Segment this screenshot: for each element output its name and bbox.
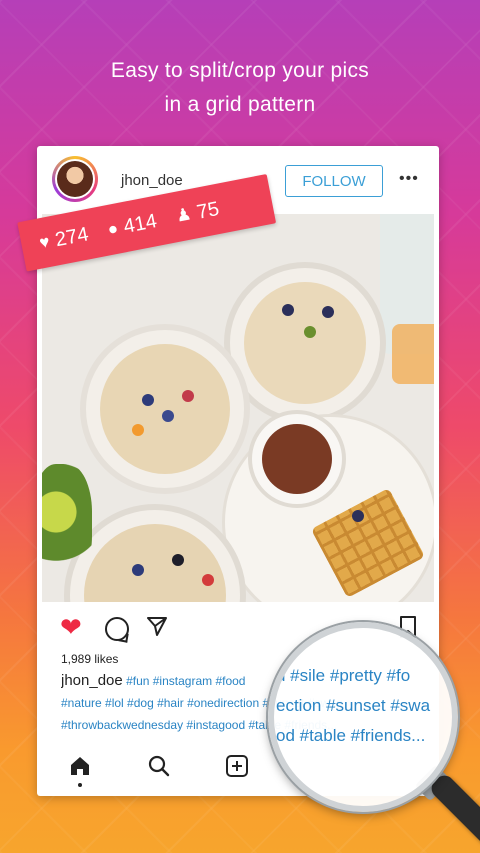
comments-stat: ● 414 [106,210,159,242]
photo-berry [352,510,364,522]
photo-flowers [42,464,92,584]
photo-juice [392,324,434,384]
photo-berry [322,306,334,318]
home-icon[interactable] [68,754,92,778]
heart-icon[interactable]: ❤ [60,614,82,640]
photo-berry [132,564,144,576]
photo-berry [162,410,174,422]
more-options-icon[interactable]: ••• [399,170,419,188]
active-indicator [78,783,82,787]
photo-berry [304,326,316,338]
post-photo[interactable] [42,214,434,602]
photo-berry [182,390,194,402]
avatar[interactable] [52,156,98,202]
comment-bubble-icon: ● [105,218,120,240]
headline-line-2: in a grid pattern [164,93,316,116]
likes-count[interactable]: 1,989 likes [61,652,118,666]
username[interactable]: jhon_doe [121,172,183,189]
photo-berry [202,574,214,586]
photo-berry [172,554,184,566]
heart-icon: ♥ [37,231,52,253]
comment-icon[interactable] [105,617,129,641]
likes-stat-value: 274 [53,222,91,251]
person-icon: ♟ [174,204,193,226]
caption-username[interactable]: jhon_doe [61,672,123,689]
comments-stat-value: 414 [121,209,159,238]
photo-berry [132,424,144,436]
followers-stat-value: 75 [194,197,221,224]
photo-bowl [80,324,250,494]
follow-button[interactable]: FOLLOW [285,165,383,197]
photo-coffee-cup [248,410,346,508]
magnified-text-2: ection #sunset #swa [276,696,431,715]
search-icon[interactable] [147,754,171,778]
send-icon[interactable] [145,614,169,638]
add-post-icon[interactable] [225,754,249,778]
magnifier-lens: d #sile #pretty #fo ection #sunset #swa … [268,622,458,812]
likes-stat: ♥ 274 [37,223,90,255]
photo-berry [282,304,294,316]
followers-stat: ♟ 75 [174,197,221,228]
magnified-text-3: od #table #friends... [276,726,426,745]
caption-hashtags-1[interactable]: #fun #instagram #food [123,674,245,688]
headline-line-1: Easy to split/crop your pics [110,59,370,82]
photo-berry [142,394,154,406]
promo-headline: Easy to split/crop your pics in a grid p… [0,54,480,122]
avatar-photo [57,161,93,197]
magnified-text-1: d #sile #pretty #fo [276,666,411,685]
